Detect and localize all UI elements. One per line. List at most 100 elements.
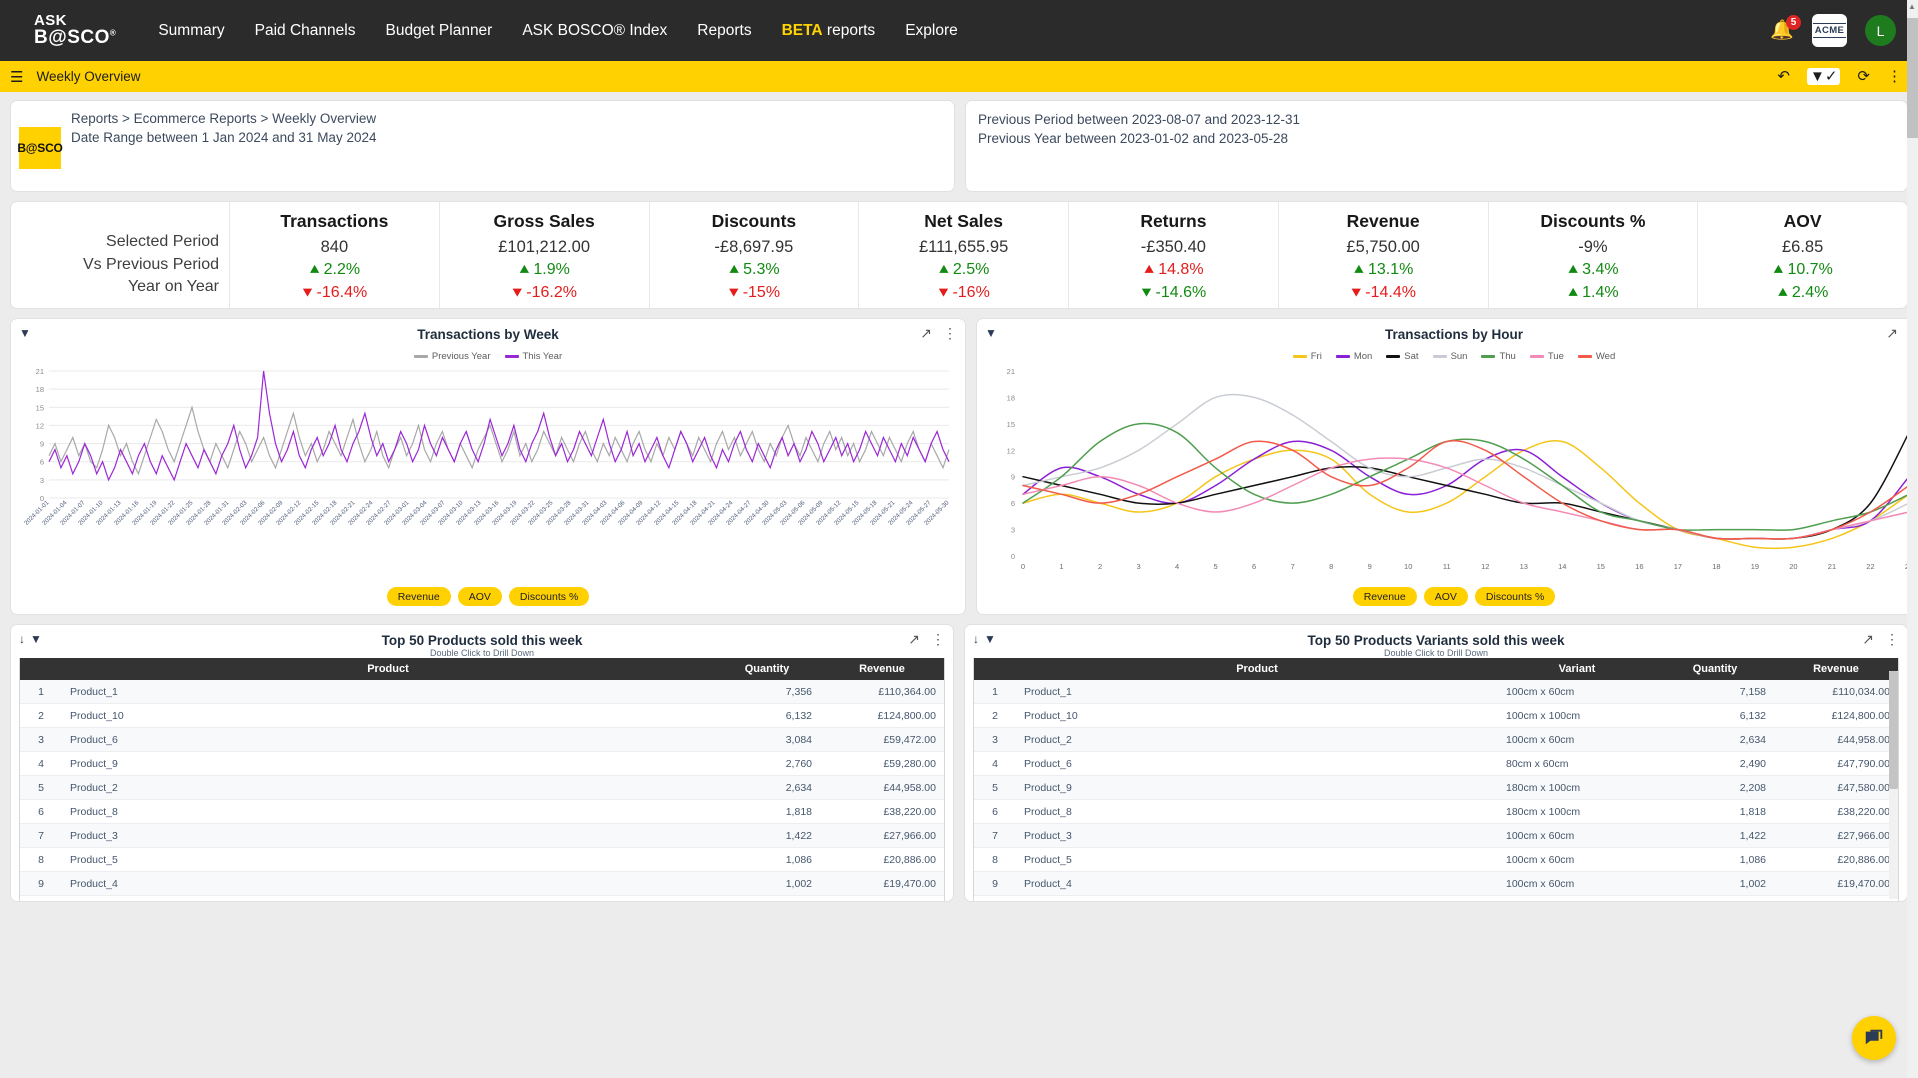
kpi-column-returns: Returns -£350.40 ⯅ 14.8% ⯆ -14.6%: [1068, 202, 1278, 308]
column-header-quantity[interactable]: Quantity: [1656, 658, 1774, 680]
table-row[interactable]: 10Product_7180cm x 120cm918£18,720.00: [974, 895, 1898, 901]
table-row[interactable]: 7 Product_3 100cm x 60cm 1,422 £27,966.00: [974, 823, 1898, 848]
pill-revenue[interactable]: Revenue: [386, 587, 451, 606]
table-row[interactable]: 9 Product_4 1,002 £19,470.00: [20, 871, 944, 896]
filter-icon[interactable]: ▼: [984, 632, 996, 646]
user-avatar[interactable]: L: [1865, 15, 1896, 46]
nav-link-summary[interactable]: Summary: [158, 22, 224, 40]
table-row[interactable]: 6 Product_8 180cm x 100cm 1,818 £38,220.00: [974, 799, 1898, 824]
more-options-icon[interactable]: ⋮: [1885, 631, 1899, 648]
chart-plot-area[interactable]: 0 3 6 9 12 15 18 21 0 1 2 3 4 5 6 7 8 9 10 11 12 13 14 15 16 17 18…: [985, 365, 1918, 585]
table-row[interactable]: 2 Product_10 100cm x 100cm 6,132 £124,800.00: [974, 703, 1898, 728]
nav-link-reports[interactable]: Reports: [697, 22, 751, 40]
legend-item-mon[interactable]: Mon: [1335, 351, 1372, 362]
history-icon[interactable]: ↶: [1777, 69, 1790, 84]
svg-text:12: 12: [36, 421, 44, 430]
legend-item-thu[interactable]: Thu: [1481, 351, 1516, 362]
svg-text:10: 10: [1404, 562, 1412, 571]
table-scroll-container[interactable]: Product Quantity Revenue 1 Product_1 7,356…: [19, 658, 945, 901]
table-row[interactable]: 10Product_7972£19,854.00: [20, 895, 944, 901]
table-row[interactable]: 8 Product_5 100cm x 60cm 1,086 £20,886.00: [974, 847, 1898, 872]
pill-discounts-percent[interactable]: Discounts %: [508, 587, 590, 606]
cell-index: 4: [20, 751, 62, 776]
table-scrollbar-thumb[interactable]: [1889, 671, 1898, 789]
column-header-product[interactable]: Product: [1016, 658, 1498, 680]
table-title: Top 50 Products sold this week: [381, 633, 583, 648]
sort-icon[interactable]: ↓: [973, 632, 979, 646]
more-options-icon[interactable]: ⋮: [943, 325, 957, 342]
table-row[interactable]: 4 Product_9 2,760 £59,280.00: [20, 751, 944, 776]
legend-item-sun[interactable]: Sun: [1432, 351, 1467, 362]
legend-item-tue[interactable]: Tue: [1529, 351, 1564, 362]
nav-link-budget-planner[interactable]: Budget Planner: [385, 22, 492, 40]
cell-index: 9: [20, 871, 62, 896]
cell-value: 180cm x 100cm: [1498, 775, 1656, 800]
nav-link-beta-reports[interactable]: BETA reports: [782, 22, 876, 40]
pill-aov[interactable]: AOV: [1423, 587, 1468, 606]
legend-item-wed[interactable]: Wed: [1577, 351, 1615, 362]
expand-icon[interactable]: ↗: [1886, 325, 1898, 342]
cell-value: 2,208: [1656, 775, 1774, 800]
arrow-up-icon: ⯅: [308, 262, 321, 280]
cell-value: £20,886.00: [1774, 847, 1898, 872]
nav-link-ask-bosco-index[interactable]: ASK BOSCO® Index: [522, 22, 667, 40]
table-row[interactable]: 7 Product_3 1,422 £27,966.00: [20, 823, 944, 848]
brand-logo[interactable]: ASK B@SCO®: [34, 13, 116, 46]
page-scrollbar[interactable]: ▲: [1907, 0, 1918, 1078]
cell-value: Product_7: [62, 895, 714, 901]
table-scroll-container[interactable]: Product Variant Quantity Revenue 1 Produc…: [973, 658, 1899, 901]
table-row[interactable]: 1 Product_1 7,356 £110,364.00: [20, 680, 944, 704]
refresh-icon[interactable]: ⟳: [1857, 69, 1870, 84]
nav-link-paid-channels[interactable]: Paid Channels: [255, 22, 356, 40]
pill-discounts-percent[interactable]: Discounts %: [1474, 587, 1556, 606]
chart-plot-area[interactable]: 0 3 6 9 12 15 18 21 2024-01-01 2024-01-04 2024-01-…: [19, 365, 957, 585]
table-row[interactable]: 1 Product_1 100cm x 60cm 7,158 £110,034.00: [974, 680, 1898, 704]
scroll-up-icon[interactable]: ▲: [1908, 2, 1916, 11]
table-row[interactable]: 5 Product_2 2,634 £44,958.00: [20, 775, 944, 800]
column-header-index[interactable]: [20, 658, 62, 680]
table-row[interactable]: 9 Product_4 100cm x 60cm 1,002 £19,470.00: [974, 871, 1898, 896]
more-options-icon[interactable]: ⋮: [1887, 69, 1902, 84]
menu-icon[interactable]: ☰: [10, 68, 23, 86]
cell-value: £38,220.00: [1774, 799, 1898, 824]
column-header-variant[interactable]: Variant: [1498, 658, 1656, 680]
column-header-product[interactable]: Product: [62, 658, 714, 680]
expand-icon[interactable]: ↗: [1862, 631, 1874, 648]
table-scrollbar[interactable]: [1889, 671, 1898, 899]
legend-item-this-year[interactable]: This Year: [504, 351, 562, 362]
column-header-revenue[interactable]: Revenue: [820, 658, 944, 680]
column-header-revenue[interactable]: Revenue: [1774, 658, 1898, 680]
legend-item-fri[interactable]: Fri: [1292, 351, 1322, 362]
column-header-quantity[interactable]: Quantity: [714, 658, 820, 680]
filter-icon[interactable]: ▼✓: [1807, 68, 1841, 85]
table-row[interactable]: 3 Product_2 100cm x 60cm 2,634 £44,958.00: [974, 727, 1898, 752]
table-row[interactable]: 3 Product_6 3,084 £59,472.00: [20, 727, 944, 752]
sort-icon[interactable]: ↓: [19, 632, 25, 646]
page-scrollbar-thumb[interactable]: [1907, 18, 1918, 138]
svg-text:12: 12: [1481, 562, 1489, 571]
table-row[interactable]: 8 Product_5 1,086 £20,886.00: [20, 847, 944, 872]
filter-icon[interactable]: ▼: [30, 632, 42, 646]
notifications-button[interactable]: 🔔 5: [1770, 14, 1801, 44]
cell-index: 6: [974, 799, 1016, 824]
filter-icon[interactable]: ▼: [19, 326, 31, 340]
table-row[interactable]: 4 Product_6 80cm x 60cm 2,490 £47,790.00: [974, 751, 1898, 776]
expand-icon[interactable]: ↗: [908, 631, 920, 648]
nav-link-explore[interactable]: Explore: [905, 22, 958, 40]
table-row[interactable]: 6 Product_8 1,818 £38,220.00: [20, 799, 944, 824]
pill-revenue[interactable]: Revenue: [1352, 587, 1417, 606]
expand-icon[interactable]: ↗: [920, 325, 932, 342]
legend-item-previous-year[interactable]: Previous Year: [413, 351, 491, 362]
table-row[interactable]: 5 Product_9 180cm x 100cm 2,208 £47,580.00: [974, 775, 1898, 800]
svg-text:3: 3: [40, 476, 44, 485]
chat-support-button[interactable]: [1852, 1016, 1896, 1060]
table-row[interactable]: 2 Product_10 6,132 £124,800.00: [20, 703, 944, 728]
cell-value: 6,132: [1656, 703, 1774, 728]
column-header-index[interactable]: [974, 658, 1016, 680]
pill-aov[interactable]: AOV: [457, 587, 502, 606]
breadcrumb[interactable]: Reports > Ecommerce Reports > Weekly Ove…: [71, 111, 954, 126]
filter-icon[interactable]: ▼: [985, 326, 997, 340]
more-options-icon[interactable]: ⋮: [931, 631, 945, 648]
legend-item-sat[interactable]: Sat: [1386, 351, 1419, 362]
account-switcher-button[interactable]: ACME: [1812, 14, 1847, 47]
